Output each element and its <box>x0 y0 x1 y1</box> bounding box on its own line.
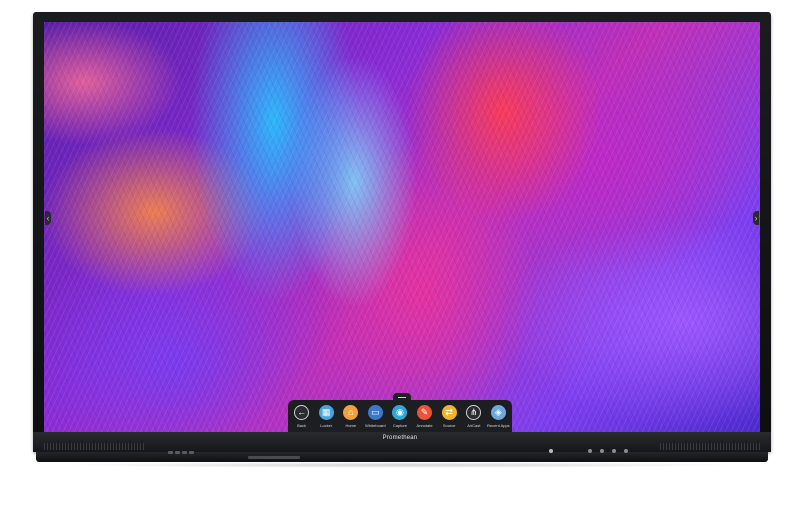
whiteboard-icon: ▭ <box>367 405 383 420</box>
front-control-buttons <box>588 449 628 453</box>
dock-item-label: Capture <box>392 423 408 428</box>
dock-item-label: Back <box>297 423 307 428</box>
brand-logo-text: Promethean <box>382 435 418 441</box>
dock-item-label: Recent Apps <box>487 423 510 428</box>
dock-item-whiteboard[interactable]: ▭ Whiteboard <box>364 405 386 428</box>
dock-item-capture[interactable]: ◉ Capture <box>389 405 411 428</box>
dock-item-label: Locker <box>320 423 333 428</box>
unified-menu-dock: ← Back ▦ Locker ⌂ Home ▭ Whiteboard ◉ Capture ✎ Ann… <box>288 400 512 432</box>
home-hardware-button[interactable] <box>588 449 592 453</box>
share-icon: ⋔ <box>466 405 482 420</box>
source-icon: ⇄ <box>441 405 457 420</box>
wallpaper-screen <box>44 22 760 432</box>
usb-port[interactable] <box>182 451 187 454</box>
dock-collapse-handle[interactable] <box>393 393 411 400</box>
dock-item-back[interactable]: ← Back <box>291 405 313 428</box>
back-arrow-icon: ← <box>294 405 310 420</box>
volume-down-button[interactable] <box>600 449 604 453</box>
power-indicator-light <box>549 449 553 453</box>
dock-item-annotate[interactable]: ✎ Annotate <box>414 405 436 428</box>
dock-item-label: Annotate <box>416 423 433 428</box>
front-ports <box>168 451 194 454</box>
home-icon: ⌂ <box>343 405 359 420</box>
recent-apps-icon: ◈ <box>490 405 506 420</box>
dock-item-label: Whiteboard <box>365 423 386 428</box>
left-side-menu-tab[interactable]: ‹ <box>45 211 51 225</box>
volume-up-button[interactable] <box>612 449 616 453</box>
dock-item-recent-apps[interactable]: ◈ Recent Apps <box>487 405 510 428</box>
right-speaker-grille <box>660 443 760 450</box>
dock-item-aircast[interactable]: ⋔ AirCast <box>463 405 485 428</box>
annotate-icon: ✎ <box>417 405 433 420</box>
dock-item-label: Home <box>345 423 357 428</box>
right-side-menu-tab[interactable]: › <box>753 211 759 225</box>
pen-tray-slot <box>248 456 300 459</box>
hdmi-port[interactable] <box>189 451 194 454</box>
locker-icon: ▦ <box>318 405 334 420</box>
bottom-rail <box>36 452 768 462</box>
capture-icon: ◉ <box>392 405 408 420</box>
dock-item-label: Source <box>442 423 456 428</box>
floor-shadow <box>60 462 740 468</box>
left-speaker-grille <box>44 443 144 450</box>
usb-port[interactable] <box>168 451 173 454</box>
power-button[interactable] <box>624 449 628 453</box>
dock-item-home[interactable]: ⌂ Home <box>340 405 362 428</box>
dock-item-label: AirCast <box>467 423 481 428</box>
usb-port[interactable] <box>175 451 180 454</box>
dock-item-source[interactable]: ⇄ Source <box>438 405 460 428</box>
dock-item-locker[interactable]: ▦ Locker <box>315 405 337 428</box>
display-panel: ‹ › ← Back ▦ Locker ⌂ Home ▭ Whiteboard ◉ Capture… <box>0 0 800 511</box>
